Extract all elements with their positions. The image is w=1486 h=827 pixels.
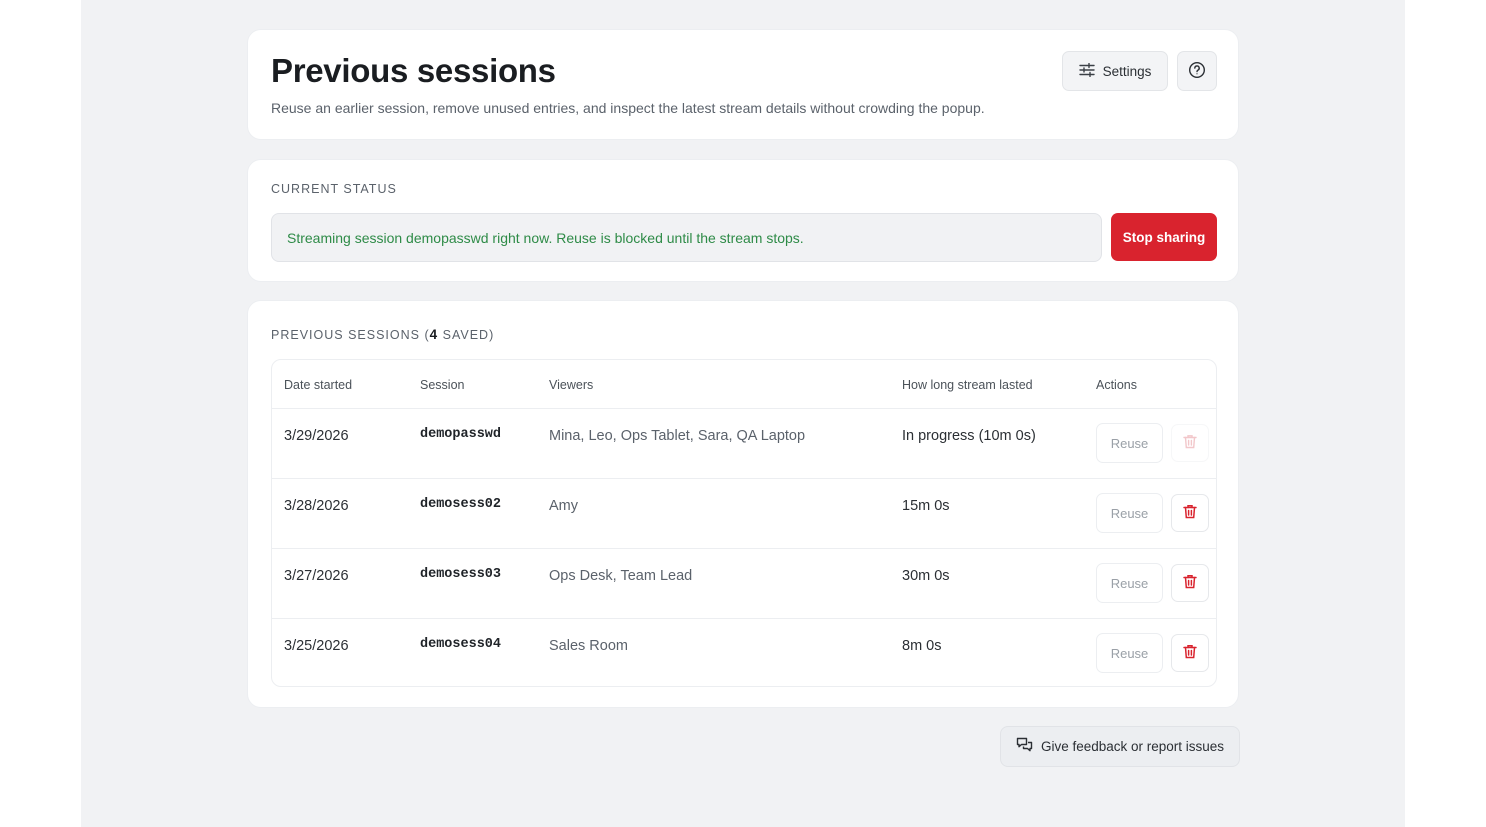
page-title: Previous sessions xyxy=(271,52,556,89)
sessions-count: 4 xyxy=(429,327,439,342)
date-cell: 3/28/2026 xyxy=(284,498,349,514)
date-cell: 3/25/2026 xyxy=(284,638,349,654)
feedback-label: Give feedback or report issues xyxy=(1040,739,1225,754)
duration-cell: 8m 0s xyxy=(902,638,942,654)
status-message: Streaming session demopasswd right now. … xyxy=(271,213,1102,262)
session-cell: demosess02 xyxy=(420,497,502,512)
viewers-cell: Amy xyxy=(549,498,578,514)
sessions-title-suffix: SAVED) xyxy=(438,328,495,342)
table-row: 3/27/2026 demosess03 Ops Desk, Team Lead… xyxy=(272,549,1216,619)
delete-button[interactable] xyxy=(1171,564,1209,602)
duration-cell: 30m 0s xyxy=(902,568,950,584)
date-cell: 3/27/2026 xyxy=(284,568,349,584)
session-cell: demosess04 xyxy=(420,637,502,652)
status-section-title: CURRENT STATUS xyxy=(271,182,397,196)
delete-button[interactable] xyxy=(1171,494,1209,532)
feedback-button[interactable]: Give feedback or report issues xyxy=(1000,726,1240,767)
header-card: Previous sessions Reuse an earlier sessi… xyxy=(247,29,1239,140)
viewers-cell: Ops Desk, Team Lead xyxy=(549,568,693,584)
column-header-session: Session xyxy=(420,378,465,392)
stop-sharing-button[interactable]: Stop sharing xyxy=(1111,213,1217,261)
page-subtitle: Reuse an earlier session, remove unused … xyxy=(271,100,985,116)
delete-button[interactable] xyxy=(1171,634,1209,672)
table-header: Date started Session Viewers How long st… xyxy=(272,360,1216,409)
sessions-section-title: PREVIOUS SESSIONS (4 SAVED) xyxy=(271,327,494,342)
viewers-cell: Sales Room xyxy=(549,638,628,654)
table-row: 3/25/2026 demosess04 Sales Room 8m 0s Re… xyxy=(272,619,1216,686)
trash-icon xyxy=(1183,504,1197,522)
column-header-duration: How long stream lasted xyxy=(902,378,1033,392)
trash-icon xyxy=(1183,434,1197,452)
settings-button[interactable]: Settings xyxy=(1062,51,1168,91)
sessions-table: Date started Session Viewers How long st… xyxy=(271,359,1217,687)
sessions-card: PREVIOUS SESSIONS (4 SAVED) Date started… xyxy=(247,300,1239,708)
date-cell: 3/29/2026 xyxy=(284,428,349,444)
help-button[interactable] xyxy=(1177,51,1217,91)
viewers-cell: Mina, Leo, Ops Tablet, Sara, QA Laptop xyxy=(549,428,806,444)
sliders-icon xyxy=(1078,62,1095,80)
column-header-actions: Actions xyxy=(1096,378,1137,392)
session-cell: demopasswd xyxy=(420,427,502,442)
settings-label: Settings xyxy=(1102,63,1152,79)
table-row: 3/29/2026 demopasswd Mina, Leo, Ops Tabl… xyxy=(272,409,1216,479)
delete-button[interactable] xyxy=(1171,424,1209,462)
duration-cell: 15m 0s xyxy=(902,498,950,514)
reuse-button[interactable]: Reuse xyxy=(1096,563,1163,603)
duration-cell: In progress (10m 0s) xyxy=(902,428,1036,444)
reuse-button[interactable]: Reuse xyxy=(1096,633,1163,673)
column-header-viewers: Viewers xyxy=(549,378,594,392)
reuse-button[interactable]: Reuse xyxy=(1096,423,1163,463)
session-cell: demosess03 xyxy=(420,567,502,582)
question-circle-icon xyxy=(1188,61,1206,82)
trash-icon xyxy=(1183,574,1197,592)
trash-icon xyxy=(1183,644,1197,662)
sessions-title-prefix: PREVIOUS SESSIONS ( xyxy=(271,328,430,342)
table-row: 3/28/2026 demosess02 Amy 15m 0s Reuse xyxy=(272,479,1216,549)
column-header-date: Date started xyxy=(284,378,353,392)
status-card: CURRENT STATUS Streaming session demopas… xyxy=(247,159,1239,282)
reuse-button[interactable]: Reuse xyxy=(1096,493,1163,533)
chat-bubbles-icon xyxy=(1016,737,1033,756)
